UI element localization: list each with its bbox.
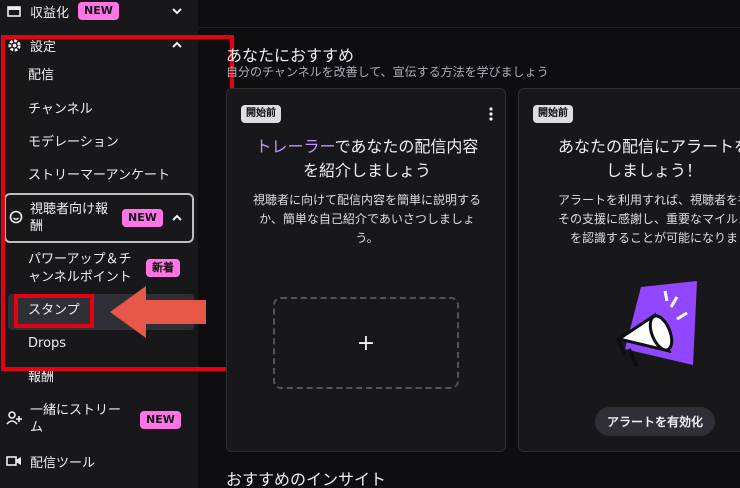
pointer-arrow-icon — [110, 286, 206, 338]
trailer-link[interactable]: トレーラー — [256, 137, 335, 156]
insights-title: おすすめのインサイト — [226, 470, 387, 488]
highlight-emotes-box — [14, 294, 94, 328]
top-bar — [198, 0, 740, 28]
new-badge: NEW — [140, 411, 181, 429]
card-title-line-2: しましょう！ — [605, 161, 702, 180]
monetization-icon — [6, 3, 22, 19]
status-badge: 開始前 — [241, 105, 281, 123]
trailer-card[interactable]: 開始前 トレーラーであなたの配信内容 を紹介しましょう 視聴者に向けて配信内容を… — [226, 88, 506, 452]
new-badge: NEW — [78, 2, 119, 20]
enable-alerts-button[interactable]: アラートを有効化 — [595, 407, 716, 436]
nav-monetization-label: 収益化 — [30, 6, 70, 21]
nav-stream-together-label-2: ム — [30, 420, 44, 435]
add-friend-icon — [6, 410, 22, 426]
card-desc-line-1: アラートを利用すれば、視聴者を祝 — [557, 193, 740, 207]
nav-monetization[interactable]: 収益化 NEW — [0, 0, 198, 22]
card-desc-line-3: う。 — [355, 231, 379, 245]
add-trailer-button[interactable]: + — [273, 297, 459, 389]
card-title-rest: であなたの配信内容 — [334, 137, 479, 156]
nav-rewards[interactable]: 報酬 — [28, 369, 54, 386]
nav-streaming-tools[interactable]: 配信ツール — [0, 450, 198, 472]
card-desc-line-2: か、簡単な自己紹介であいさつしましょ — [259, 212, 475, 226]
card-title-line-1: トレーラーであなたの配信内容 — [227, 135, 505, 159]
card-desc-line-2: その支援に感謝し、重要なマイルス — [557, 212, 740, 226]
card-desc-line-1: 視聴者に向けて配信内容を簡単に説明する — [252, 193, 481, 207]
section-subtitle: 自分のチャンネルを改善して、宣伝する方法を学びましょう — [226, 65, 549, 79]
nav-streaming-tools-label: 配信ツール — [30, 456, 96, 471]
card-title-line-2: を紹介しましょう — [302, 161, 431, 180]
card-title-line-1: あなたの配信にアラートを — [557, 137, 740, 156]
nav-stream-together-label-1: 一緒にストリー — [30, 403, 122, 418]
video-camera-icon — [6, 453, 22, 469]
plus-icon: + — [356, 330, 376, 356]
more-options-icon[interactable] — [489, 107, 493, 121]
alerts-card[interactable]: 開始前 あなたの配信にアラートを しましょう！ アラートを利用すれば、視聴者を祝… — [518, 88, 740, 452]
card-desc-line-3: を認識することが可能になりま — [569, 231, 738, 245]
status-badge: 開始前 — [533, 105, 573, 123]
chevron-down-icon[interactable] — [170, 4, 184, 18]
megaphone-icon — [615, 281, 697, 368]
